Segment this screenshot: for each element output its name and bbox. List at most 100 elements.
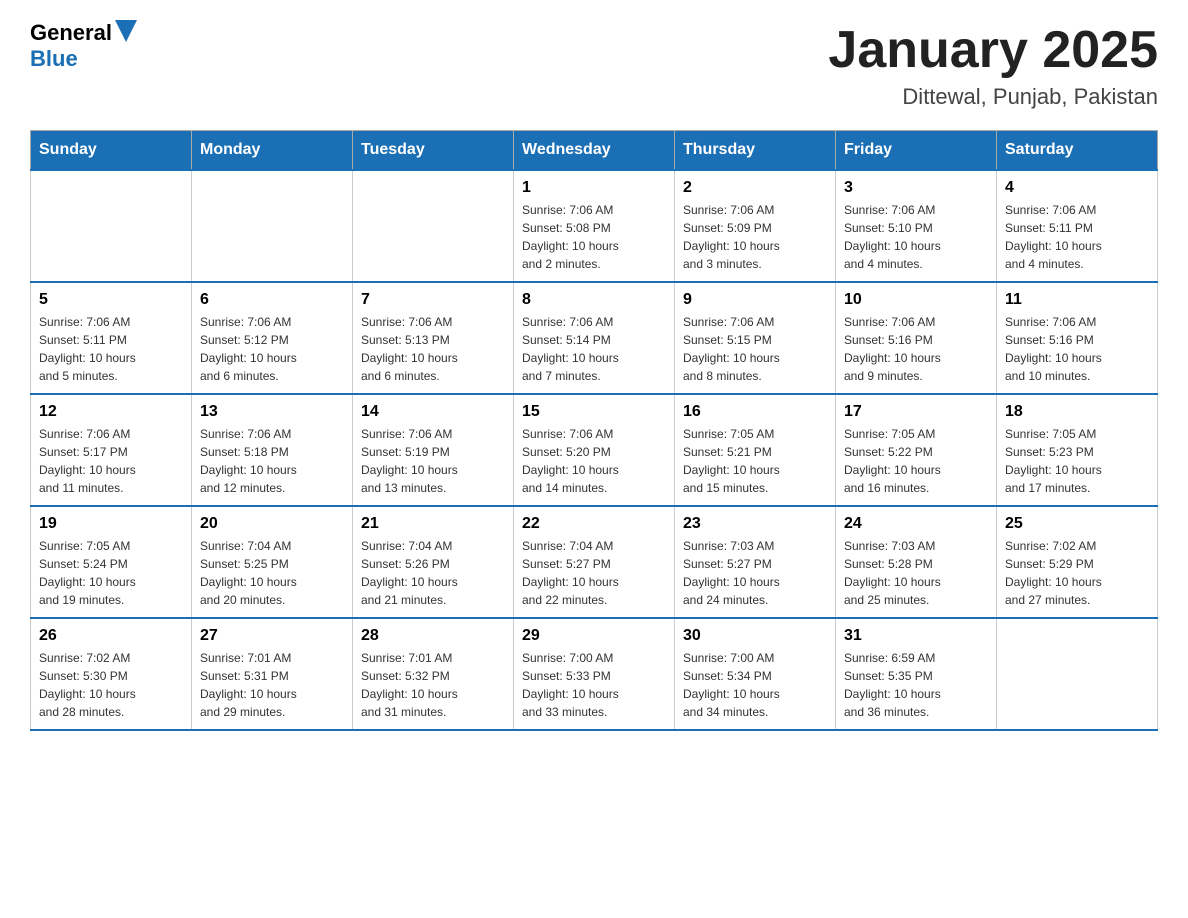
calendar-cell: 2Sunrise: 7:06 AMSunset: 5:09 PMDaylight…	[675, 170, 836, 282]
calendar-cell	[353, 170, 514, 282]
day-number: 10	[844, 291, 988, 309]
col-wednesday: Wednesday	[514, 131, 675, 171]
day-info: Sunrise: 7:02 AMSunset: 5:30 PMDaylight:…	[39, 649, 183, 721]
calendar-cell: 20 Sunrise: 7:04 AMSunset: 5:25 PMDayligh…	[192, 506, 353, 618]
day-info: Sunrise: 7:01 AMSunset: 5:32 PMDaylight:…	[361, 649, 505, 721]
day-info: Sunrise: 7:06 AMSunset: 5:13 PMDaylight:…	[361, 313, 505, 385]
day-number: 29	[522, 627, 666, 645]
day-number: 30	[683, 627, 827, 645]
day-number: 20	[200, 515, 344, 533]
calendar-cell: 26 Sunrise: 7:02 AMSunset: 5:30 PMDayligh…	[31, 618, 192, 730]
logo-general-text: General	[30, 20, 112, 46]
day-info: Sunrise: 7:00 AMSunset: 5:34 PMDaylight:…	[683, 649, 827, 721]
calendar-cell: 5Sunrise: 7:06 AMSunset: 5:11 PMDaylight…	[31, 282, 192, 394]
day-info: Sunrise: 7:06 AMSunset: 5:08 PMDaylight:…	[522, 201, 666, 273]
day-info: Sunrise: 7:06 AMSunset: 5:15 PMDaylight:…	[683, 313, 827, 385]
calendar-cell: 15 Sunrise: 7:06 AMSunset: 5:20 PMDayligh…	[514, 394, 675, 506]
day-number: 13	[200, 403, 344, 421]
calendar-cell: 25 Sunrise: 7:02 AMSunset: 5:29 PMDayligh…	[997, 506, 1158, 618]
calendar-cell: 23 Sunrise: 7:03 AMSunset: 5:27 PMDayligh…	[675, 506, 836, 618]
calendar-cell: 16 Sunrise: 7:05 AMSunset: 5:21 PMDayligh…	[675, 394, 836, 506]
logo-triangle-icon	[115, 20, 137, 42]
calendar-table: Sunday Monday Tuesday Wednesday Thursday…	[30, 130, 1158, 731]
day-number: 22	[522, 515, 666, 533]
day-info: Sunrise: 7:00 AMSunset: 5:33 PMDaylight:…	[522, 649, 666, 721]
day-info: Sunrise: 7:06 AMSunset: 5:12 PMDaylight:…	[200, 313, 344, 385]
day-number: 15	[522, 403, 666, 421]
day-number: 16	[683, 403, 827, 421]
day-number: 6	[200, 291, 344, 309]
calendar-cell: 9 Sunrise: 7:06 AMSunset: 5:15 PMDaylight…	[675, 282, 836, 394]
day-number: 9	[683, 291, 827, 309]
day-number: 19	[39, 515, 183, 533]
calendar-cell: 19 Sunrise: 7:05 AMSunset: 5:24 PMDayligh…	[31, 506, 192, 618]
day-number: 4	[1005, 179, 1149, 197]
calendar-cell: 30 Sunrise: 7:00 AMSunset: 5:34 PMDayligh…	[675, 618, 836, 730]
calendar-cell: 17Sunrise: 7:05 AMSunset: 5:22 PMDayligh…	[836, 394, 997, 506]
week-row-4: 19 Sunrise: 7:05 AMSunset: 5:24 PMDayligh…	[31, 506, 1158, 618]
calendar-cell: 18 Sunrise: 7:05 AMSunset: 5:23 PMDayligh…	[997, 394, 1158, 506]
day-info: Sunrise: 7:05 AMSunset: 5:24 PMDaylight:…	[39, 537, 183, 609]
calendar-cell: 13Sunrise: 7:06 AMSunset: 5:18 PMDayligh…	[192, 394, 353, 506]
day-info: Sunrise: 7:04 AMSunset: 5:25 PMDaylight:…	[200, 537, 344, 609]
calendar-cell: 7 Sunrise: 7:06 AMSunset: 5:13 PMDaylight…	[353, 282, 514, 394]
day-number: 18	[1005, 403, 1149, 421]
day-info: Sunrise: 7:05 AMSunset: 5:21 PMDaylight:…	[683, 425, 827, 497]
col-monday: Monday	[192, 131, 353, 171]
calendar-cell	[997, 618, 1158, 730]
day-info: Sunrise: 7:06 AMSunset: 5:16 PMDaylight:…	[1005, 313, 1149, 385]
day-info: Sunrise: 7:01 AMSunset: 5:31 PMDaylight:…	[200, 649, 344, 721]
day-info: Sunrise: 7:04 AMSunset: 5:27 PMDaylight:…	[522, 537, 666, 609]
week-row-5: 26 Sunrise: 7:02 AMSunset: 5:30 PMDayligh…	[31, 618, 1158, 730]
day-number: 3	[844, 179, 988, 197]
day-number: 21	[361, 515, 505, 533]
day-number: 25	[1005, 515, 1149, 533]
page-header: General Blue January 2025 Dittewal, Punj…	[30, 20, 1158, 110]
day-number: 14	[361, 403, 505, 421]
day-info: Sunrise: 7:06 AMSunset: 5:16 PMDaylight:…	[844, 313, 988, 385]
day-info: Sunrise: 7:02 AMSunset: 5:29 PMDaylight:…	[1005, 537, 1149, 609]
logo-icon: General Blue	[30, 20, 137, 72]
day-info: Sunrise: 7:05 AMSunset: 5:23 PMDaylight:…	[1005, 425, 1149, 497]
day-number: 23	[683, 515, 827, 533]
day-info: Sunrise: 7:03 AMSunset: 5:27 PMDaylight:…	[683, 537, 827, 609]
location-text: Dittewal, Punjab, Pakistan	[828, 84, 1158, 110]
calendar-cell: 3 Sunrise: 7:06 AMSunset: 5:10 PMDaylight…	[836, 170, 997, 282]
day-number: 1	[522, 179, 666, 197]
calendar-cell: 22 Sunrise: 7:04 AMSunset: 5:27 PMDayligh…	[514, 506, 675, 618]
col-tuesday: Tuesday	[353, 131, 514, 171]
calendar-cell	[31, 170, 192, 282]
calendar-cell: 27 Sunrise: 7:01 AMSunset: 5:31 PMDayligh…	[192, 618, 353, 730]
calendar-cell: 1 Sunrise: 7:06 AMSunset: 5:08 PMDaylight…	[514, 170, 675, 282]
day-info: Sunrise: 7:06 AMSunset: 5:10 PMDaylight:…	[844, 201, 988, 273]
day-info: Sunrise: 7:06 AMSunset: 5:11 PMDaylight:…	[39, 313, 183, 385]
calendar-header-row: Sunday Monday Tuesday Wednesday Thursday…	[31, 131, 1158, 171]
day-number: 12	[39, 403, 183, 421]
calendar-cell: 29 Sunrise: 7:00 AMSunset: 5:33 PMDayligh…	[514, 618, 675, 730]
calendar-cell: 24Sunrise: 7:03 AMSunset: 5:28 PMDayligh…	[836, 506, 997, 618]
calendar-cell: 31 Sunrise: 6:59 AMSunset: 5:35 PMDayligh…	[836, 618, 997, 730]
month-title: January 2025	[828, 20, 1158, 80]
calendar-cell: 12 Sunrise: 7:06 AMSunset: 5:17 PMDayligh…	[31, 394, 192, 506]
day-info: Sunrise: 7:06 AMSunset: 5:19 PMDaylight:…	[361, 425, 505, 497]
day-number: 31	[844, 627, 988, 645]
col-friday: Friday	[836, 131, 997, 171]
day-number: 7	[361, 291, 505, 309]
day-info: Sunrise: 7:03 AMSunset: 5:28 PMDaylight:…	[844, 537, 988, 609]
calendar-cell: 21Sunrise: 7:04 AMSunset: 5:26 PMDayligh…	[353, 506, 514, 618]
week-row-2: 5Sunrise: 7:06 AMSunset: 5:11 PMDaylight…	[31, 282, 1158, 394]
day-info: Sunrise: 7:06 AMSunset: 5:20 PMDaylight:…	[522, 425, 666, 497]
day-number: 17	[844, 403, 988, 421]
day-number: 11	[1005, 291, 1149, 309]
day-info: Sunrise: 7:06 AMSunset: 5:11 PMDaylight:…	[1005, 201, 1149, 273]
day-number: 27	[200, 627, 344, 645]
day-number: 26	[39, 627, 183, 645]
day-info: Sunrise: 7:06 AMSunset: 5:17 PMDaylight:…	[39, 425, 183, 497]
calendar-cell: 4 Sunrise: 7:06 AMSunset: 5:11 PMDaylight…	[997, 170, 1158, 282]
day-number: 2	[683, 179, 827, 197]
day-info: Sunrise: 6:59 AMSunset: 5:35 PMDaylight:…	[844, 649, 988, 721]
calendar-cell: 28Sunrise: 7:01 AMSunset: 5:32 PMDayligh…	[353, 618, 514, 730]
logo: General Blue	[30, 20, 137, 72]
calendar-cell: 10 Sunrise: 7:06 AMSunset: 5:16 PMDayligh…	[836, 282, 997, 394]
day-number: 8	[522, 291, 666, 309]
